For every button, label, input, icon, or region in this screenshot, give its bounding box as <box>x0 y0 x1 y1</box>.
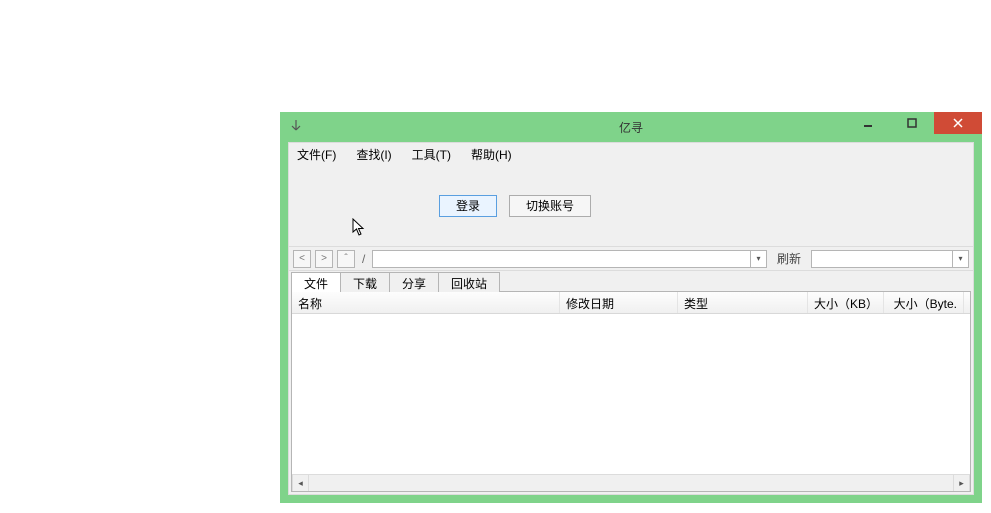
column-date[interactable]: 修改日期 <box>560 292 678 313</box>
nav-up-button[interactable]: ˆ <box>337 250 355 268</box>
column-size-kb[interactable]: 大小（KB） <box>808 292 884 313</box>
menu-tools[interactable]: 工具(T) <box>408 144 455 165</box>
path-combobox[interactable]: ▾ <box>372 250 767 268</box>
column-type[interactable]: 类型 <box>678 292 808 313</box>
window-controls <box>846 112 982 134</box>
login-toolbar: 登录 切换账号 <box>289 165 973 247</box>
minimize-button[interactable] <box>846 112 890 134</box>
pathbar: < > ˆ / ▾ 刷新 ▾ <box>289 247 973 271</box>
horizontal-scrollbar[interactable]: ◂ ▸ <box>292 474 970 491</box>
close-button[interactable] <box>934 112 982 134</box>
app-window: 亿寻 文件(F) 查找(I) 工具(T) 帮助(H) 登录 切换账号 < > <box>280 112 982 503</box>
app-icon <box>288 119 304 135</box>
tab-downloads[interactable]: 下载 <box>340 272 390 292</box>
chevron-down-icon[interactable]: ▾ <box>952 251 968 267</box>
maximize-button[interactable] <box>890 112 934 134</box>
tab-share[interactable]: 分享 <box>389 272 439 292</box>
column-size-byte[interactable]: 大小（Byte. <box>884 292 964 313</box>
nav-forward-button[interactable]: > <box>315 250 333 268</box>
tab-strip: 文件 下载 分享 回收站 <box>289 271 973 291</box>
file-list-panel: 名称 修改日期 类型 大小（KB） 大小（Byte. ◂ ▸ <box>291 291 971 492</box>
scroll-left-icon[interactable]: ◂ <box>292 475 309 492</box>
menubar: 文件(F) 查找(I) 工具(T) 帮助(H) <box>289 143 973 165</box>
titlebar: 亿寻 <box>280 112 982 142</box>
switch-account-button[interactable]: 切换账号 <box>509 195 591 217</box>
search-combobox[interactable]: ▾ <box>811 250 969 268</box>
column-name[interactable]: 名称 <box>292 292 560 313</box>
window-content: 文件(F) 查找(I) 工具(T) 帮助(H) 登录 切换账号 < > ˆ / … <box>288 142 974 495</box>
path-root-label: / <box>359 252 368 266</box>
table-header: 名称 修改日期 类型 大小（KB） 大小（Byte. <box>292 292 970 314</box>
tab-files[interactable]: 文件 <box>291 272 341 292</box>
refresh-button[interactable]: 刷新 <box>771 250 807 267</box>
chevron-down-icon[interactable]: ▾ <box>750 251 766 267</box>
tab-recycle[interactable]: 回收站 <box>438 272 500 292</box>
menu-help[interactable]: 帮助(H) <box>467 144 516 165</box>
scroll-right-icon[interactable]: ▸ <box>953 475 970 492</box>
table-body <box>292 314 970 474</box>
menu-find[interactable]: 查找(I) <box>352 144 395 165</box>
menu-file[interactable]: 文件(F) <box>293 144 340 165</box>
login-button[interactable]: 登录 <box>439 195 497 217</box>
nav-back-button[interactable]: < <box>293 250 311 268</box>
